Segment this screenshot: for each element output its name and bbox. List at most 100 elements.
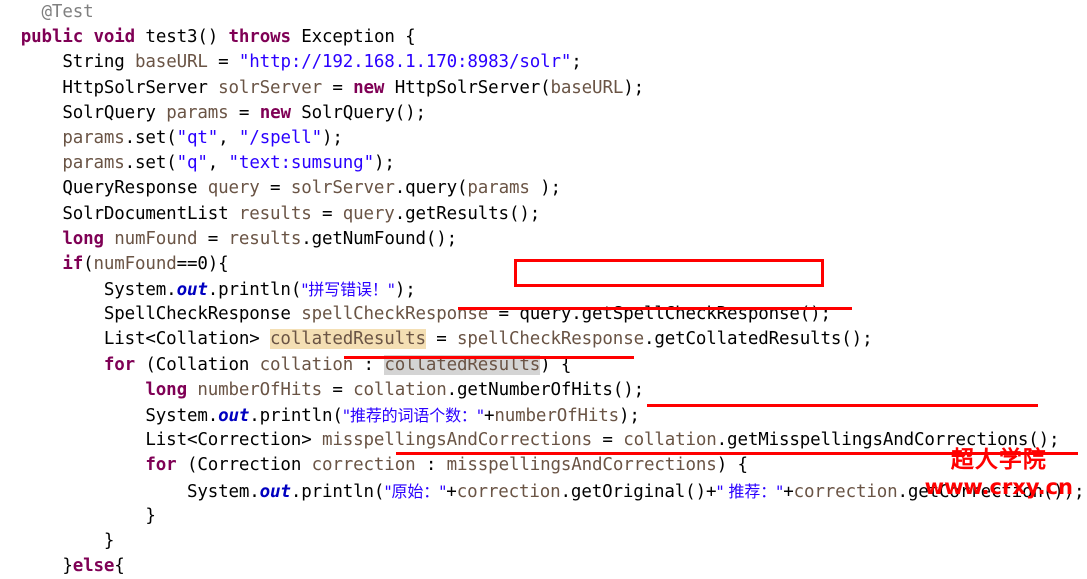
code-line-22: }	[0, 529, 1087, 554]
keyword-void: void	[93, 27, 136, 48]
var-correction: correction	[311, 455, 416, 476]
var-params-ref-2: params	[62, 153, 125, 174]
for-close: ) {	[540, 354, 572, 375]
keyword-throws: throws	[228, 27, 291, 48]
type-system-3: System.	[186, 481, 260, 502]
keyword-long-2: long	[145, 379, 187, 400]
code-line-7: params.set("q", "text:sumsung");	[0, 151, 1087, 176]
expr-get-spell-check-response: query.getSpellCheckResponse();	[519, 304, 831, 325]
type-string: String	[62, 52, 136, 73]
operator-assign: =	[228, 102, 260, 123]
call-println-2: .println(	[249, 406, 343, 426]
keyword-long: long	[62, 228, 104, 249]
call-query: .query(	[394, 178, 468, 199]
string-qt: "qt"	[176, 127, 219, 148]
operator-assign: =	[321, 77, 354, 98]
close-paren: );	[619, 406, 640, 426]
code-line-11: if(numFound==0){	[0, 252, 1087, 277]
close-paren: );	[623, 77, 644, 98]
var-correction-ref: correction	[456, 481, 561, 502]
var-misspellings: misspellingsAndCorrections	[321, 430, 593, 451]
string-spell-path: "/spell"	[238, 127, 323, 148]
string-text-sumsung: "text:sumsung"	[228, 153, 375, 174]
for-open-2: (Correction	[176, 455, 312, 476]
var-collation-ref-2: collation	[623, 430, 717, 451]
close-brace-3: }	[62, 556, 73, 577]
arg-params: params	[467, 178, 541, 199]
var-numberofhits-ref: numberOfHits	[494, 406, 620, 426]
var-baseurl: baseURL	[135, 52, 208, 73]
type-exception: Exception {	[290, 27, 416, 48]
var-spellcheckresponse-ref: spellCheckResponse	[457, 329, 644, 350]
var-collation-ref: collation	[353, 379, 447, 400]
code-line-14: List<Collation> collatedResults = spellC…	[0, 327, 1087, 352]
close-paren: );	[394, 280, 416, 301]
watermark-title: 超人学院	[950, 447, 1047, 473]
concat-3: +	[783, 481, 794, 502]
close-brace-2: }	[103, 530, 115, 551]
colon: :	[353, 354, 385, 375]
string-spell-error-cn: "拼写错误！"	[301, 280, 395, 300]
code-line-2: public void test3() throws Exception {	[0, 25, 1087, 50]
watermark-url: www.crxy.cn	[924, 475, 1073, 499]
for-open: (Collation	[135, 354, 260, 375]
close-paren: );	[322, 127, 343, 148]
call-println: .println(	[207, 280, 302, 301]
call-getcollatedresults: .getCollatedResults();	[643, 329, 873, 350]
var-spellcheckresponse: spellCheckResponse	[301, 304, 489, 325]
operator-assign: =	[197, 228, 229, 249]
type-system-2: System.	[145, 406, 219, 426]
code-line-10: long numFound = results.getNumFound();	[0, 227, 1087, 252]
var-query: query	[207, 178, 260, 199]
var-results: results	[238, 203, 312, 224]
type-spellcheckresponse: SpellCheckResponse	[103, 304, 302, 325]
var-correction-ref-2: correction	[793, 481, 898, 502]
keyword-if: if	[62, 253, 84, 274]
code-line-12: System.out.println("拼写错误！");	[0, 277, 1087, 302]
var-solrserver: solrServer	[218, 77, 322, 98]
var-collatedresults-decl: collatedResults	[270, 329, 426, 350]
semicolon: ;	[571, 52, 582, 73]
call-getnumberofhits: .getNumberOfHits();	[446, 379, 644, 400]
call-getnumfound: .getNumFound();	[301, 228, 458, 249]
keyword-else: else	[72, 556, 115, 577]
arg-baseurl: baseURL	[550, 77, 624, 98]
var-params-ref: params	[62, 127, 125, 148]
code-line-21: }	[0, 504, 1087, 529]
type-list-collation: List<Collation>	[103, 329, 271, 350]
ctor-solrquery: SolrQuery();	[290, 102, 426, 123]
code-line-4: HttpSolrServer solrServer = new HttpSolr…	[0, 76, 1087, 101]
type-solrquery: SolrQuery	[62, 102, 167, 123]
code-line-3: String baseURL = "http://192.168.1.170:8…	[0, 50, 1087, 75]
comma: ,	[207, 153, 229, 174]
concat: +	[484, 406, 495, 426]
for-close-2: ) {	[716, 455, 748, 476]
var-numfound: numFound	[114, 228, 198, 249]
code-editor-canvas[interactable]: @Test public void test3() throws Excepti…	[0, 0, 1087, 576]
keyword-new: new	[353, 77, 385, 98]
open-brace: {	[114, 556, 125, 577]
operator-assign: =	[592, 430, 624, 451]
keyword-public: public	[20, 27, 84, 48]
